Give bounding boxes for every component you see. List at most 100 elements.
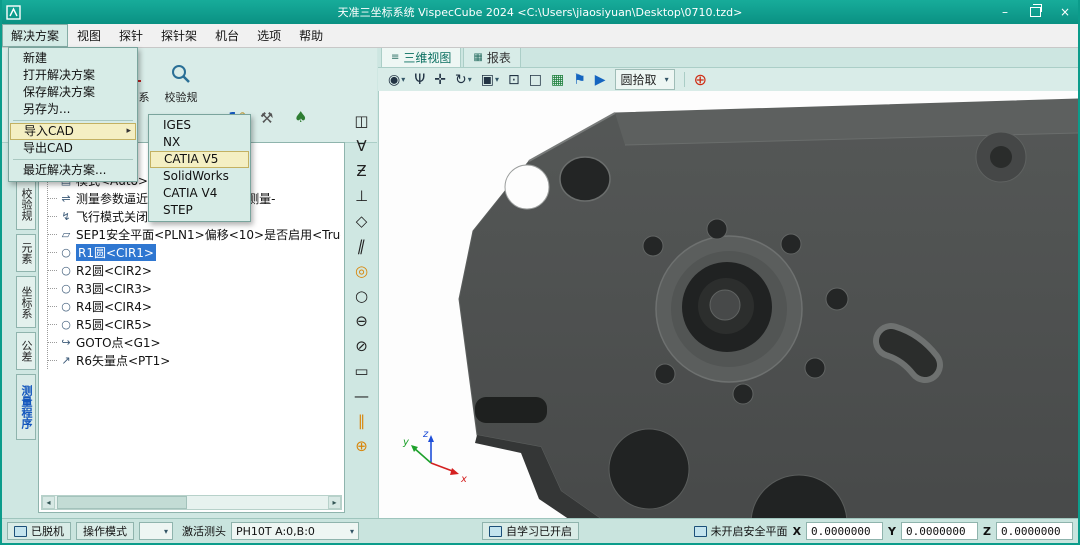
eye-icon: ◉ [388, 72, 400, 88]
pick-mode-dropdown[interactable]: 圆拾取▾ [615, 69, 675, 90]
round-slot-feature-icon[interactable]: ⊘ [350, 333, 373, 358]
operation-mode-select[interactable]: ▾ [139, 522, 173, 540]
submenu-item-catia-v5[interactable]: CATIA V5 [150, 151, 249, 168]
tree-row-safety-plane[interactable]: ▱SEP1安全平面<PLN1>偏移<10>是否启用<True> [48, 225, 341, 243]
view-cube-button[interactable]: ▣▾ [481, 72, 499, 88]
tree-row-circle-r4[interactable]: ○R4圆<CIR4> [48, 297, 341, 315]
scroll-left-icon[interactable]: ◂ [42, 496, 55, 509]
cylinder-feature-icon[interactable]: Ƶ [350, 158, 373, 183]
menu-item-new[interactable]: 新建 [10, 50, 136, 67]
pan-button[interactable]: ✛ [434, 72, 446, 88]
menu-machine[interactable]: 机台 [206, 24, 248, 47]
safety-plane-status: 未开启安全平面 [694, 523, 788, 539]
tab-report[interactable]: ▦报表 [463, 46, 520, 67]
rotate-button[interactable]: ↻▾ [455, 72, 472, 88]
solution-menu-dropdown: 新建 打开解决方案 保存解决方案 另存为... 导入CAD▸ 导出CAD 最近解… [8, 47, 138, 182]
ellipse-feature-icon[interactable]: ⊖ [350, 308, 373, 333]
menu-view[interactable]: 视图 [68, 24, 110, 47]
menu-options[interactable]: 选项 [248, 24, 290, 47]
datum-target-button[interactable]: ⊕ [694, 70, 707, 89]
circle-icon: ○ [59, 264, 73, 277]
view-mode-button[interactable]: ◉▾ [388, 72, 405, 88]
goto-flag-button[interactable]: ⚑ [573, 72, 586, 88]
feature-toolbar: ◫ ∀ Ƶ ⊥ ◇ ∥ ◎ ○ ⊖ ⊘ ▭ — ∥ ⊕ [346, 108, 377, 458]
submenu-item-solidworks[interactable]: SolidWorks [150, 168, 249, 185]
rect-slot-feature-icon[interactable]: ▭ [350, 358, 373, 383]
chevron-down-icon: ▾ [350, 527, 354, 536]
submenu-item-catia-v4[interactable]: CATIA V4 [150, 185, 249, 202]
view-toolbar: ◉▾ Ψ ✛ ↻▾ ▣▾ ⊡ □ ▦ ⚑ ▶ 圆拾取▾ ⊕ [378, 68, 1078, 92]
cone-feature-icon[interactable]: ∀ [350, 133, 373, 158]
tree-tool[interactable]: ♠ [294, 108, 307, 126]
safety-plane-icon [694, 526, 707, 537]
list-icon: ≡ [391, 52, 399, 63]
svg-text:y: y [402, 437, 410, 448]
menu-probe[interactable]: 探针 [110, 24, 152, 47]
vector-point-icon: ↗ [59, 354, 73, 367]
tree-row-circle-r5[interactable]: ○R5圆<CIR5> [48, 315, 341, 333]
line-feature-icon[interactable]: — [350, 383, 373, 408]
circle2-feature-icon[interactable]: ○ [350, 283, 373, 308]
play-icon: ▶ [595, 72, 606, 88]
fly-icon: ↯ [59, 210, 73, 223]
z-coordinate-readout: 0.0000000 [996, 522, 1073, 540]
tree-row-circle-r2[interactable]: ○R2圆<CIR2> [48, 261, 341, 279]
view-tabbar: ≡三维视图 ▦报表 [378, 47, 1078, 68]
3d-viewport[interactable]: z y x [378, 91, 1078, 518]
self-learn-status-button[interactable]: 自学习已开启 [482, 522, 579, 540]
sidetab-coordsys[interactable]: 坐标系 [16, 276, 36, 328]
part-model: z y x [379, 91, 1078, 518]
tree-row-goto-point[interactable]: ↪GOTO点<G1> [48, 333, 341, 351]
run-button[interactable]: ▶ [595, 72, 606, 88]
parallel-feature-icon[interactable]: ∥ [350, 408, 373, 433]
menu-item-import-cad[interactable]: 导入CAD▸ [10, 123, 136, 140]
scroll-right-icon[interactable]: ▸ [328, 496, 341, 509]
menu-item-save-solution[interactable]: 保存解决方案 [10, 84, 136, 101]
circle-feature-icon[interactable]: ◎ [350, 258, 373, 283]
menu-item-export-cad[interactable]: 导出CAD [10, 140, 136, 157]
minimize-button[interactable]: – [990, 0, 1020, 24]
angle-feature-icon[interactable]: ∥ [347, 233, 375, 258]
hammer-tool[interactable]: ⚒ [260, 109, 273, 127]
sidetab-measure-program[interactable]: 测量程序 [16, 374, 36, 440]
gauge-check-tool[interactable]: 校验规 [158, 63, 204, 105]
offline-status-button[interactable]: 已脱机 [7, 522, 71, 540]
target-feature-icon[interactable]: ⊕ [350, 433, 373, 458]
restore-button[interactable] [1020, 0, 1050, 24]
menu-probe-rack[interactable]: 探针架 [152, 24, 206, 47]
app-logo-icon [6, 5, 21, 20]
sphere-feature-icon[interactable]: ◇ [350, 208, 373, 233]
close-button[interactable]: × [1050, 0, 1080, 24]
menu-separator [13, 120, 133, 121]
window-title: 天准三坐标系统 VispecCube 2024 <C:\Users\jiaosi… [0, 4, 1080, 20]
menu-help[interactable]: 帮助 [290, 24, 332, 47]
tree-row-circle-r3[interactable]: ○R3圆<CIR3> [48, 279, 341, 297]
select-window-button[interactable]: □ [529, 72, 542, 88]
tree-row-vector-point[interactable]: ↗R6矢量点<PT1> [48, 351, 341, 369]
menu-solution[interactable]: 解决方案 [2, 24, 68, 47]
submenu-item-nx[interactable]: NX [150, 134, 249, 151]
sidetab-tolerance[interactable]: 公差 [16, 332, 36, 370]
menu-item-save-as[interactable]: 另存为... [10, 101, 136, 118]
circle-icon: ○ [59, 318, 73, 331]
tree-row-circle-r1[interactable]: ○R1圆<CIR1> [48, 243, 341, 261]
submenu-item-step[interactable]: STEP [150, 202, 249, 219]
point-feature-icon[interactable]: ⊥ [350, 183, 373, 208]
cad-import-submenu: IGES NX CATIA V5 SolidWorks CATIA V4 STE… [148, 114, 251, 222]
sidetab-gauge[interactable]: 校验规 [16, 178, 36, 230]
plane-feature-icon[interactable]: ◫ [350, 108, 373, 133]
probe-display-button[interactable]: Ψ [414, 72, 425, 88]
sidetab-elements[interactable]: 元素 [16, 234, 36, 272]
submenu-item-iges[interactable]: IGES [150, 117, 249, 134]
circle-icon: ○ [59, 246, 73, 259]
zoom-fit-button[interactable]: ⊡ [508, 72, 520, 88]
tab-3d-view[interactable]: ≡三维视图 [381, 46, 461, 67]
active-probe-select[interactable]: PH10T A:0,B:0▾ [231, 522, 359, 540]
titlebar: 天准三坐标系统 VispecCube 2024 <C:\Users\jiaosi… [0, 0, 1080, 24]
z-axis-label: Z [983, 525, 991, 538]
scrollbar-thumb[interactable] [57, 496, 187, 509]
menu-item-recent-solutions[interactable]: 最近解决方案... [10, 162, 136, 179]
snapshot-button[interactable]: ▦ [551, 72, 564, 88]
tree-horizontal-scrollbar[interactable]: ◂ ▸ [41, 495, 342, 510]
menu-item-open-solution[interactable]: 打开解决方案 [10, 67, 136, 84]
